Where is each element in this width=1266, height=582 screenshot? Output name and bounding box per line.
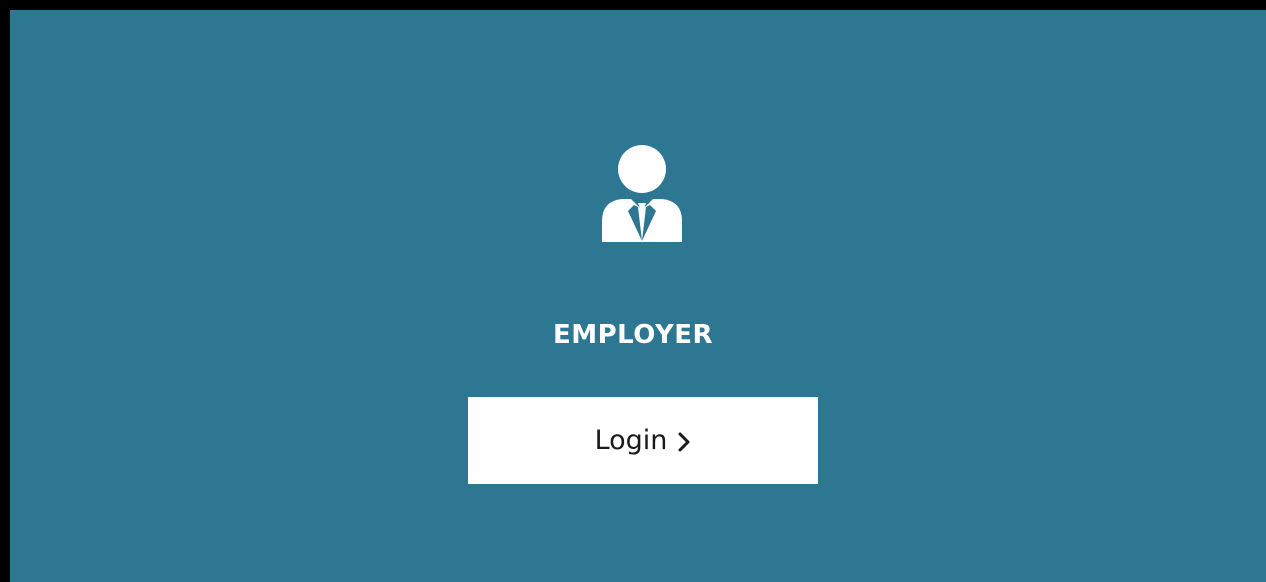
user-tie-icon <box>602 145 682 242</box>
employer-panel <box>10 10 1266 582</box>
role-title: EMPLOYER <box>552 320 714 350</box>
login-button[interactable]: Login <box>468 397 818 484</box>
login-button-label: Login <box>594 425 668 456</box>
chevron-right-icon <box>678 432 690 451</box>
